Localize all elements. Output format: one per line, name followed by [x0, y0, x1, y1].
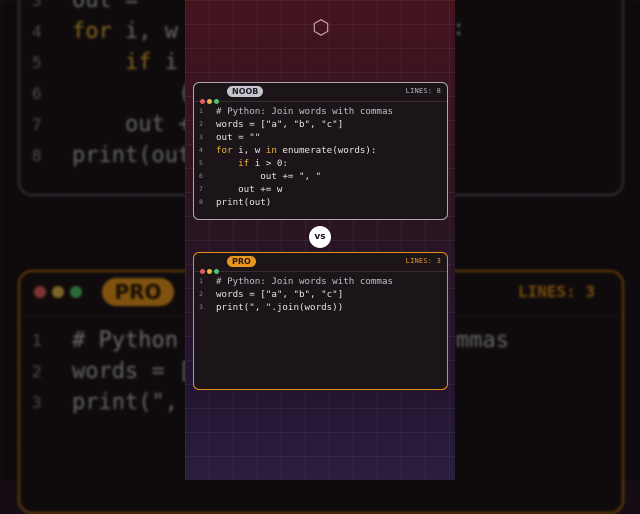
noob-lines-count: LINES: 8	[405, 87, 441, 95]
noob-code-line: 7 out += w	[194, 183, 447, 196]
code-text: if i > 0:	[238, 158, 288, 169]
pro-code-card: PRO LINES: 3 1 # Python: Join words with …	[193, 252, 448, 390]
noob-badge: NOOB	[227, 86, 264, 97]
line-number: 5	[199, 159, 203, 167]
line-number: 8	[199, 198, 203, 206]
background-code-line: if i	[124, 50, 178, 75]
background-line-number: 1	[32, 331, 42, 350]
background-green-dot	[70, 286, 82, 298]
noob-code-line: 1 # Python: Join words with commas	[194, 105, 447, 118]
line-number: 4	[199, 146, 203, 154]
code-text: out += w	[216, 184, 283, 195]
code-text: print(out)	[216, 197, 272, 208]
noob-card-header: NOOB LINES: 8	[194, 83, 447, 104]
background-code-line: # Python	[72, 328, 178, 353]
background-pro-lines: LINES: 3	[518, 282, 596, 301]
line-number: 6	[199, 172, 203, 180]
pro-card-header: PRO LINES: 3	[194, 253, 447, 274]
background-code-line: out =	[72, 0, 152, 13]
pro-badge: PRO	[227, 256, 256, 267]
noob-code-line: 3 out = ""	[194, 131, 447, 144]
noob-code-line: 5 if i > 0:	[194, 157, 447, 170]
background-code-line-right: mmas	[456, 328, 509, 353]
line-number: 2	[199, 120, 203, 128]
noob-code-line: 2 words = ["a", "b", "c"]	[194, 118, 447, 131]
background-line-number: 2	[32, 362, 42, 381]
background-code-line: print(out	[72, 143, 192, 168]
background-code-line: words = [	[72, 359, 192, 384]
noob-code-line: 8 print(out)	[194, 196, 447, 209]
background-yellow-dot	[52, 286, 64, 298]
background-pro-badge: PRO	[102, 278, 174, 306]
noob-code-block: 1 # Python: Join words with commas 2 words …	[194, 105, 447, 209]
code-text: # Python: Join words with commas	[216, 106, 394, 117]
code-text: out += ", "	[216, 171, 322, 182]
versus-badge: vs	[309, 226, 331, 248]
background-line-number: 6	[32, 84, 42, 103]
noob-code-line: 4 for i, w in enumerate(words):	[194, 144, 447, 157]
red-dot-icon	[200, 99, 205, 104]
background-red-dot	[34, 286, 46, 298]
line-number: 1	[199, 107, 203, 115]
code-text: for i, w in enumerate(words):	[216, 145, 377, 156]
line-number: 3	[199, 133, 203, 141]
background-line-number: 5	[32, 53, 42, 72]
background-code-line: (	[72, 81, 192, 106]
pro-code-block: 1 # Python: Join words with commas 2 words …	[194, 275, 447, 314]
background-code-line: for i, w	[72, 19, 178, 44]
line-number: 1	[199, 277, 203, 285]
code-text: print(", ".join(words))	[216, 302, 344, 313]
code-text: words = ["a", "b", "c"]	[216, 119, 344, 130]
noob-code-line: 6 out += ", "	[194, 170, 447, 183]
pro-code-line: 1 # Python: Join words with commas	[194, 275, 447, 288]
background-line-number: 8	[32, 146, 42, 165]
background-line-number: 4	[32, 22, 42, 41]
code-text: words = ["a", "b", "c"]	[216, 289, 344, 300]
pro-code-line: 3 print(", ".join(words))	[194, 301, 447, 314]
background-code-line: print(",	[72, 390, 178, 415]
pro-lines-count: LINES: 3	[405, 257, 441, 265]
code-text: out = ""	[216, 132, 261, 143]
background-code-line: out +	[72, 112, 192, 137]
code-text: # Python: Join words with commas	[216, 276, 394, 287]
pro-code-line: 2 words = ["a", "b", "c"]	[194, 288, 447, 301]
red-dot-icon	[200, 269, 205, 274]
line-number: 7	[199, 185, 203, 193]
background-line-number: 3	[32, 393, 42, 412]
line-number: 3	[199, 303, 203, 311]
green-dot-icon	[214, 269, 219, 274]
noob-code-card: NOOB LINES: 8 1 # Python: Join words with…	[193, 82, 448, 220]
yellow-dot-icon	[207, 269, 212, 274]
line-number: 2	[199, 290, 203, 298]
background-line-number: 7	[32, 115, 42, 134]
brand-logo-icon: ⬡	[312, 15, 330, 39]
background-line-number: 3	[32, 0, 42, 10]
green-dot-icon	[214, 99, 219, 104]
yellow-dot-icon	[207, 99, 212, 104]
